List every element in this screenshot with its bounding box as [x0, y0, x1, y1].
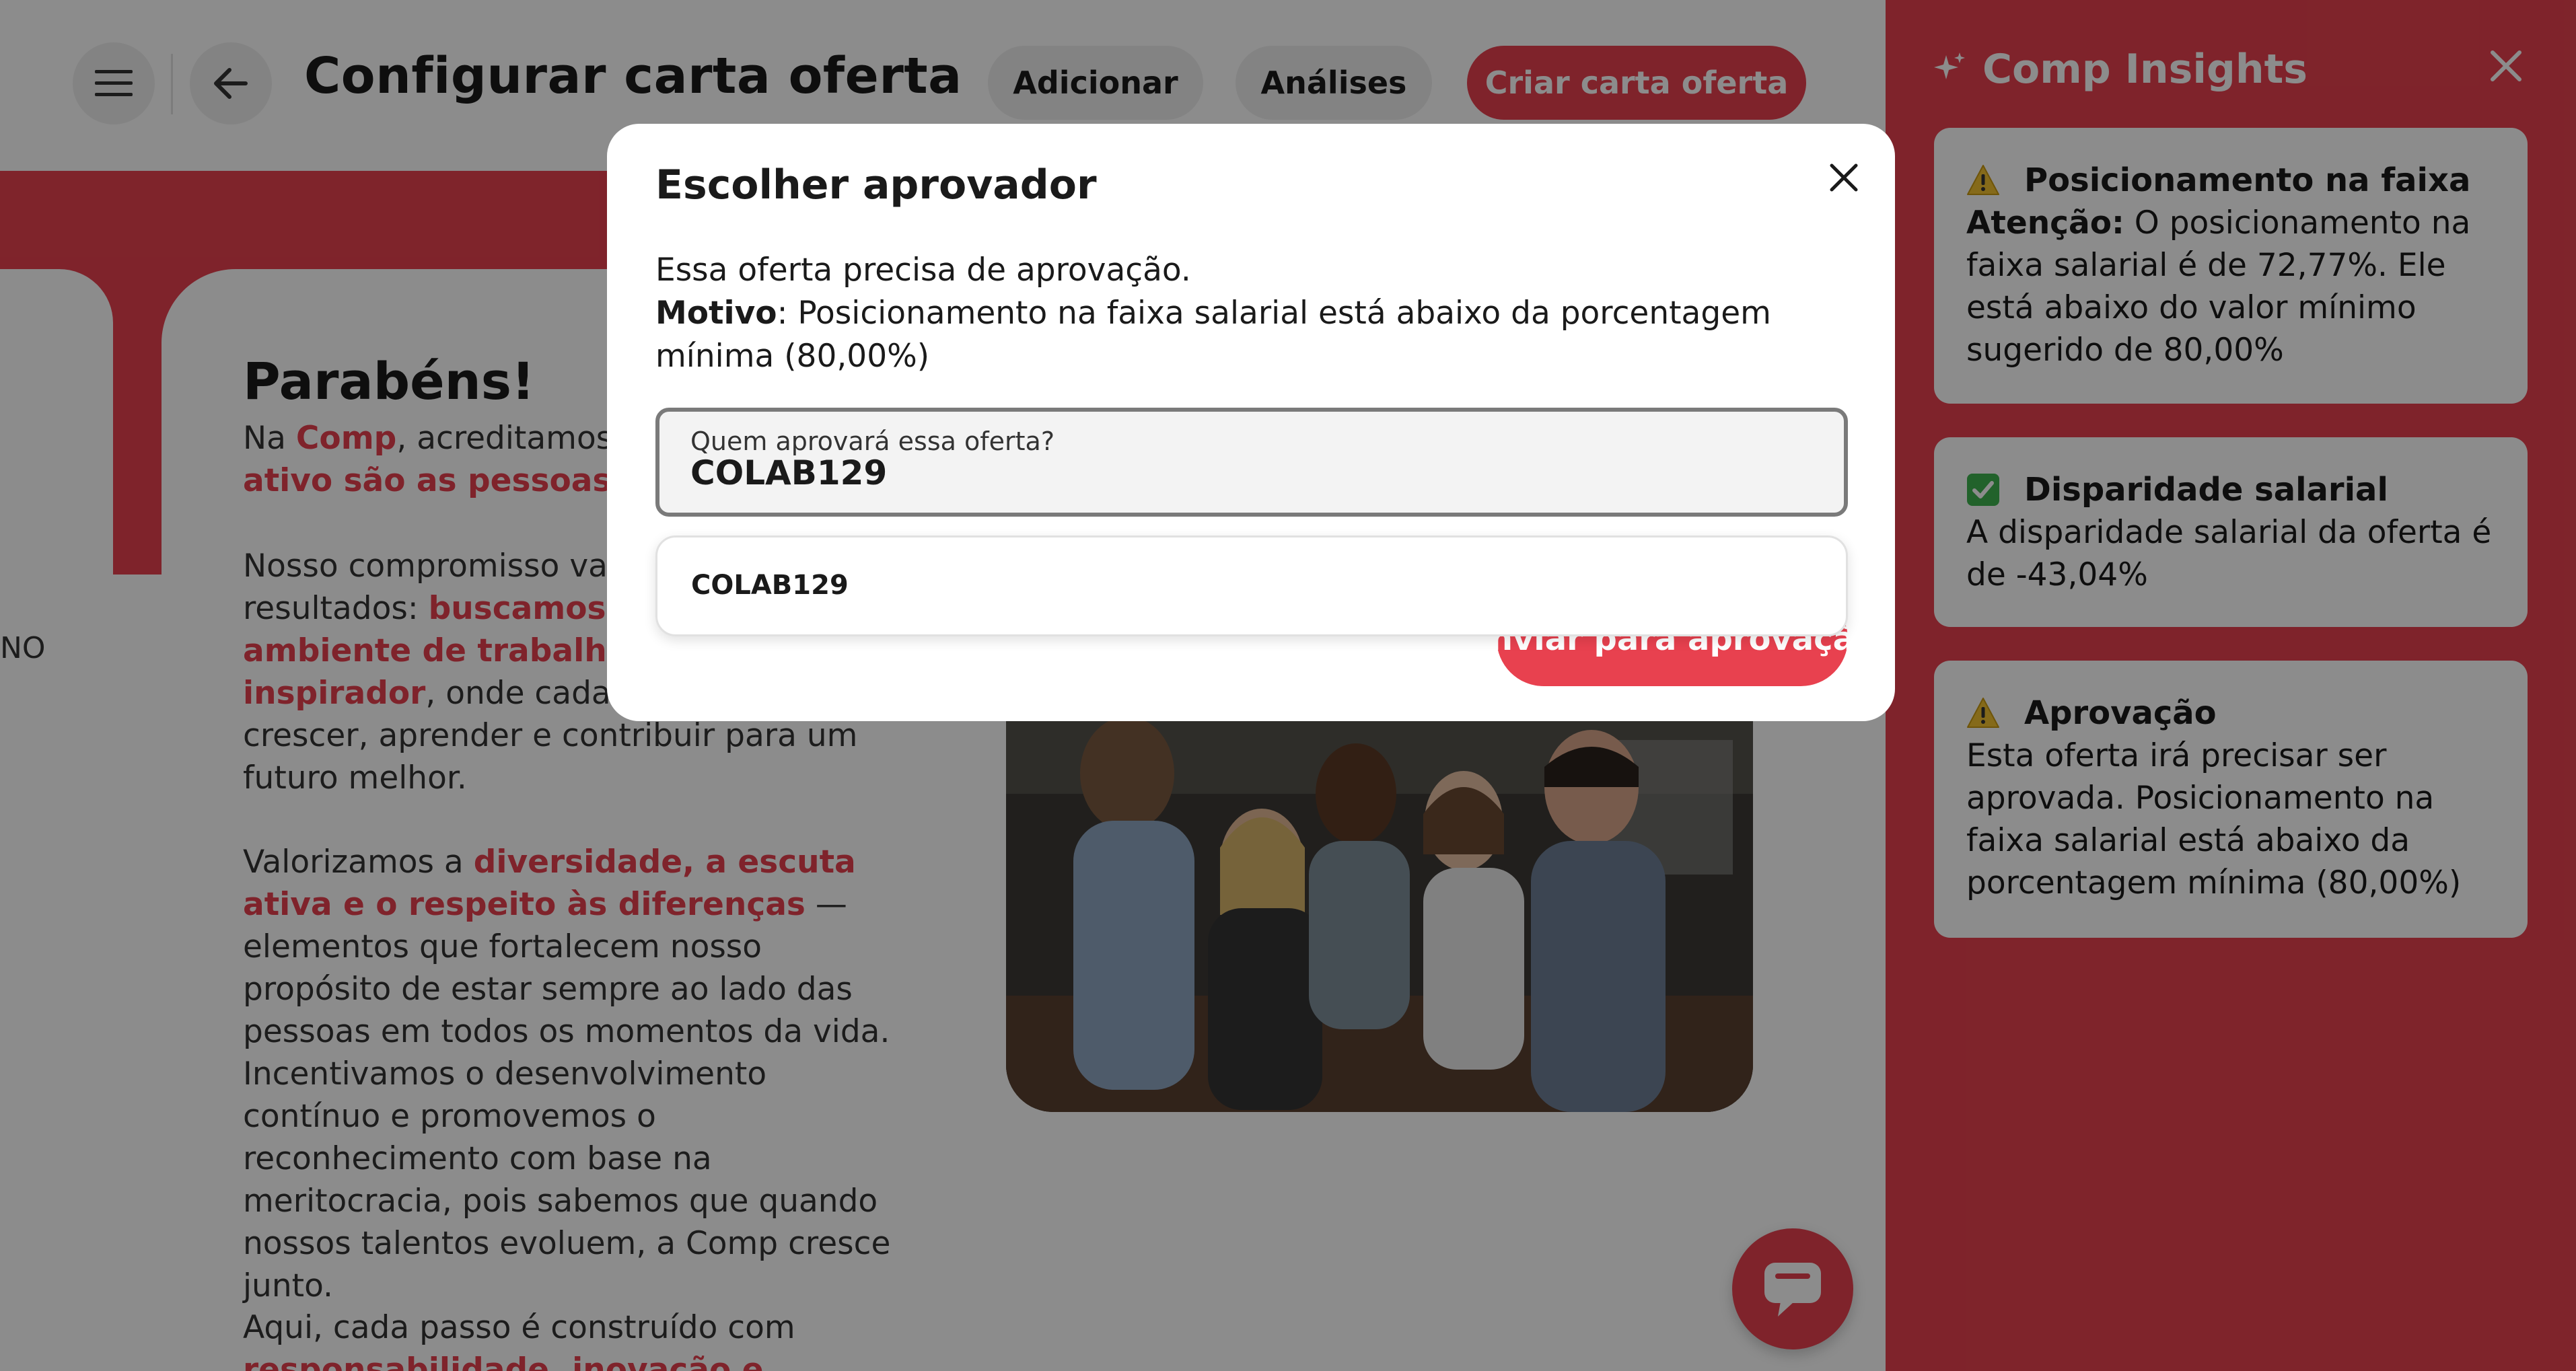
dialog-description: Essa oferta precisa de aprovação. Motivo…: [655, 252, 1771, 375]
approver-dialog: Escolher aprovador Essa oferta precisa d…: [607, 124, 1895, 721]
approver-option[interactable]: COLAB129: [691, 570, 849, 601]
close-icon[interactable]: [1824, 157, 1864, 198]
approver-input[interactable]: Quem aprovará essa oferta? COLAB129: [655, 408, 1848, 517]
approver-input-value[interactable]: COLAB129: [690, 453, 887, 492]
approver-suggestions: COLAB129: [655, 535, 1848, 636]
dialog-title: Escolher aprovador: [655, 161, 1097, 209]
approver-input-label: Quem aprovará essa oferta?: [690, 427, 1054, 456]
